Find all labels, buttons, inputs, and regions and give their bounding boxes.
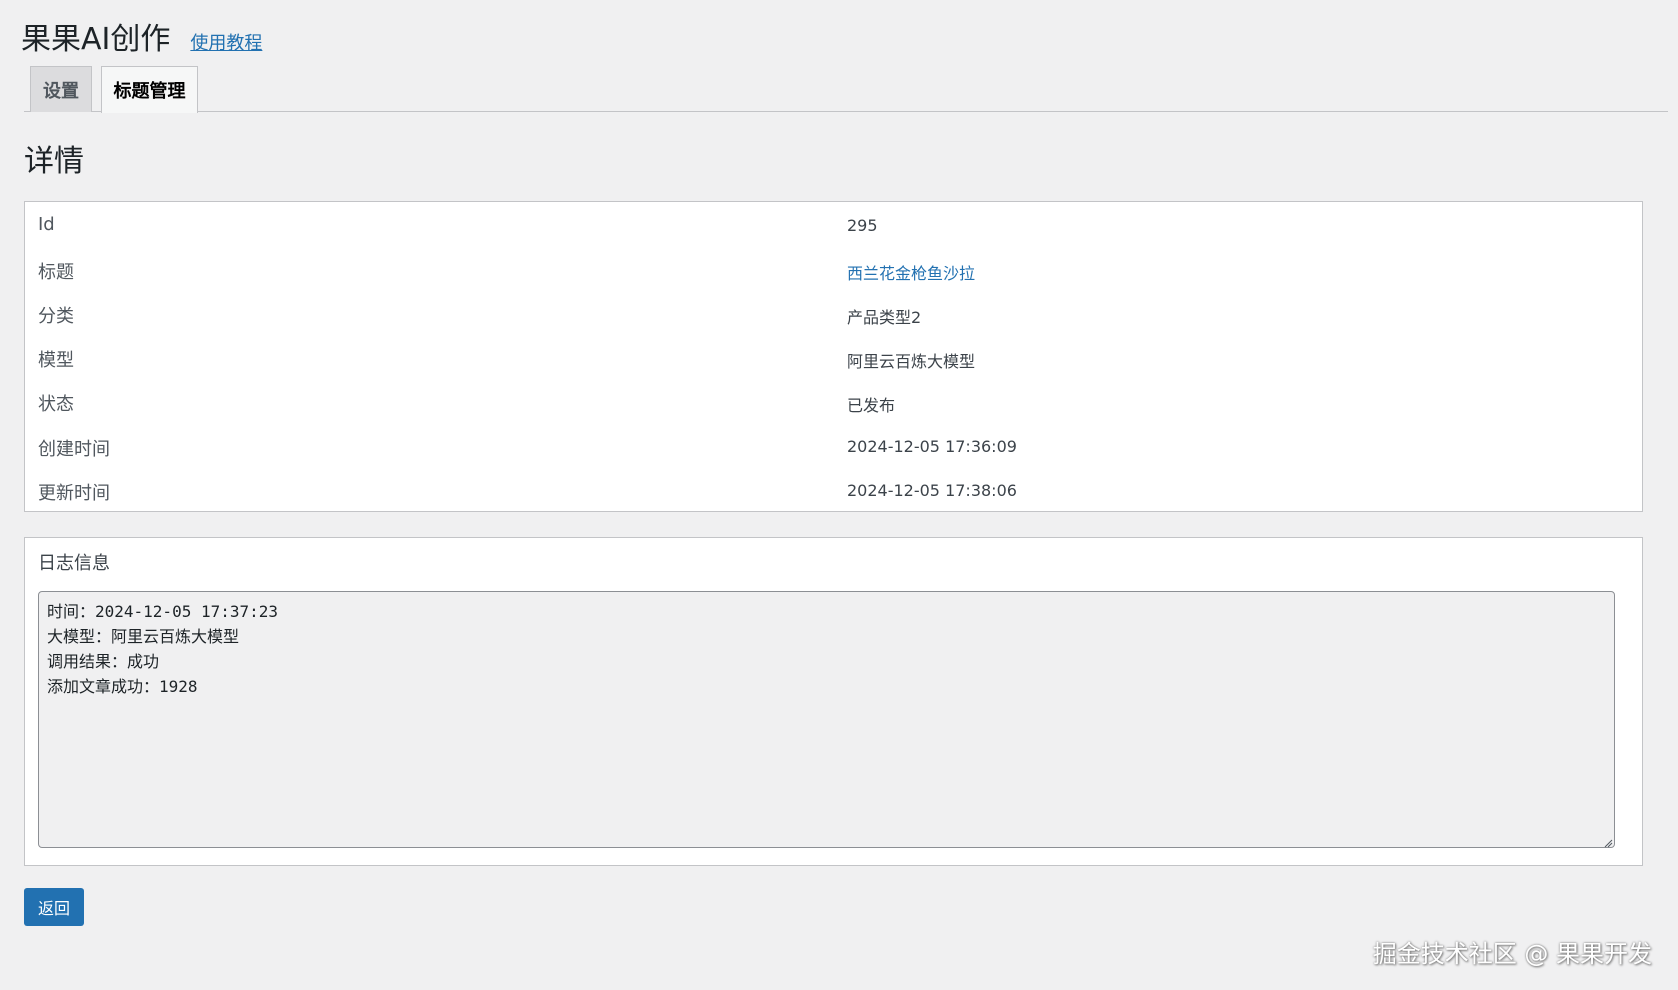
detail-label: Id	[38, 214, 55, 235]
resize-grip-icon[interactable]	[1603, 838, 1613, 848]
log-panel: 日志信息 时间：2024-12-05 17:37:23 大模型：阿里云百炼大模型…	[24, 537, 1643, 866]
log-textarea[interactable]: 时间：2024-12-05 17:37:23 大模型：阿里云百炼大模型 调用结果…	[38, 591, 1615, 848]
detail-value: 产品类型2	[847, 308, 922, 327]
detail-label: 模型	[38, 350, 74, 371]
back-button[interactable]: 返回	[24, 888, 84, 926]
detail-row-id: Id 295	[25, 202, 1642, 246]
tab-bar: 设置 标题管理	[24, 66, 1668, 113]
detail-row-status: 状态 已发布	[25, 378, 1642, 422]
detail-value: 2024-12-05 17:38:06	[847, 481, 1017, 500]
detail-label: 分类	[38, 306, 74, 327]
detail-label: 更新时间	[38, 483, 110, 504]
detail-label: 标题	[38, 262, 74, 283]
tab-title-management[interactable]: 标题管理	[101, 66, 198, 113]
status-value: 已发布	[847, 396, 896, 415]
detail-row-title: 标题 西兰花金枪鱼沙拉	[25, 246, 1642, 290]
title-link[interactable]: 西兰花金枪鱼沙拉	[847, 260, 975, 284]
detail-row-created: 创建时间 2024-12-05 17:36:09	[25, 423, 1642, 467]
tab-settings[interactable]: 设置	[30, 66, 92, 112]
detail-label: 状态	[38, 394, 74, 415]
detail-value: 2024-12-05 17:36:09	[847, 437, 1017, 456]
page: 果果AI创作 使用教程 设置 标题管理 详情 Id 295 标题 西兰花金枪鱼沙…	[0, 0, 1678, 990]
detail-row-category: 分类 产品类型2	[25, 290, 1642, 334]
app-title: 果果AI创作	[21, 22, 171, 57]
detail-row-model: 模型 阿里云百炼大模型	[25, 334, 1642, 378]
detail-panel: Id 295 标题 西兰花金枪鱼沙拉 分类 产品类型2 模型 阿里云百炼大模型 …	[24, 201, 1643, 512]
header: 果果AI创作 使用教程	[21, 14, 262, 58]
watermark: 掘金技术社区 @ 果果开发	[1372, 940, 1652, 968]
page-title: 详情	[24, 144, 84, 179]
detail-row-updated: 更新时间 2024-12-05 17:38:06	[25, 467, 1642, 511]
detail-label: 创建时间	[38, 439, 110, 460]
tutorial-link[interactable]: 使用教程	[190, 29, 262, 55]
detail-value: 阿里云百炼大模型	[847, 352, 976, 371]
detail-value: 295	[847, 216, 878, 235]
log-title: 日志信息	[38, 553, 110, 574]
